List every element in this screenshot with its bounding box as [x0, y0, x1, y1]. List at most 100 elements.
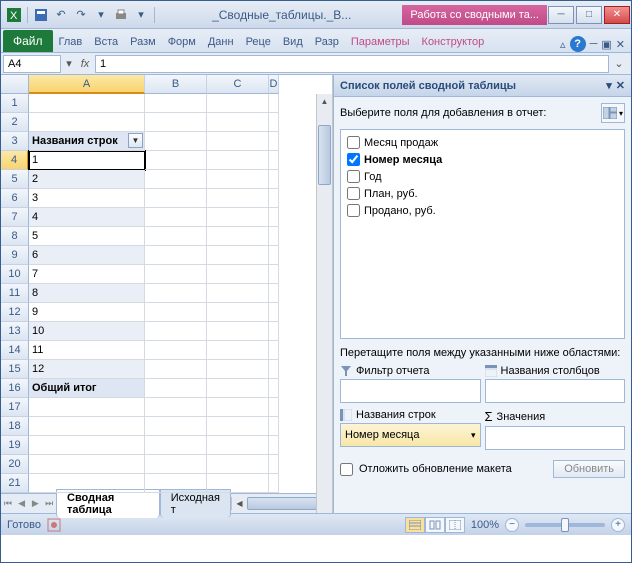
- cell[interactable]: [145, 227, 207, 246]
- workbook-close-icon[interactable]: ✕: [616, 38, 625, 51]
- cell[interactable]: [145, 455, 207, 474]
- cell[interactable]: Названия строк▼: [29, 132, 145, 151]
- cell[interactable]: [29, 417, 145, 436]
- field-item[interactable]: Продано, руб.: [345, 202, 620, 219]
- cell[interactable]: [269, 208, 279, 227]
- help-icon[interactable]: ?: [570, 36, 586, 52]
- excel-icon[interactable]: X: [5, 6, 23, 24]
- column-header-d[interactable]: D: [269, 75, 279, 94]
- cell[interactable]: 12: [29, 360, 145, 379]
- tab-data[interactable]: Данн: [202, 32, 240, 52]
- zone-item-dropdown-icon[interactable]: ▾: [471, 430, 476, 441]
- cell[interactable]: [207, 322, 269, 341]
- pane-menu-icon[interactable]: ▾: [606, 79, 612, 92]
- cell[interactable]: Общий итог: [29, 379, 145, 398]
- cell[interactable]: [207, 341, 269, 360]
- cell[interactable]: [29, 113, 145, 132]
- cell[interactable]: [269, 170, 279, 189]
- undo-icon[interactable]: ↶: [52, 6, 70, 24]
- cell[interactable]: [207, 265, 269, 284]
- cell[interactable]: 2: [29, 170, 145, 189]
- cell[interactable]: [145, 322, 207, 341]
- cell[interactable]: [145, 151, 207, 170]
- cell[interactable]: [269, 284, 279, 303]
- zone-rows-box[interactable]: Номер месяца ▾: [340, 423, 481, 447]
- cell[interactable]: [207, 132, 269, 151]
- cell[interactable]: [207, 436, 269, 455]
- zone-rows-item[interactable]: Номер месяца: [345, 429, 419, 441]
- workbook-restore-icon[interactable]: ▣: [601, 38, 611, 51]
- cell[interactable]: [207, 455, 269, 474]
- row-header[interactable]: 7: [1, 208, 29, 227]
- column-header-c[interactable]: C: [207, 75, 269, 94]
- field-item[interactable]: Месяц продаж: [345, 134, 620, 151]
- pane-close-icon[interactable]: ✕: [616, 79, 625, 92]
- cell[interactable]: [145, 132, 207, 151]
- cell[interactable]: [145, 474, 207, 493]
- cell[interactable]: [145, 189, 207, 208]
- row-header[interactable]: 14: [1, 341, 29, 360]
- vertical-scrollbar[interactable]: ▲: [316, 94, 332, 513]
- field-item[interactable]: План, руб.: [345, 185, 620, 202]
- maximize-button[interactable]: □: [576, 6, 602, 24]
- cell[interactable]: [269, 132, 279, 151]
- cell[interactable]: [269, 151, 279, 170]
- row-header[interactable]: 1: [1, 94, 29, 113]
- row-header[interactable]: 15: [1, 360, 29, 379]
- update-button[interactable]: Обновить: [553, 460, 625, 478]
- zone-values-box[interactable]: [485, 426, 626, 450]
- formula-input[interactable]: 1: [95, 55, 609, 73]
- field-item[interactable]: Номер месяца: [345, 151, 620, 168]
- fx-icon[interactable]: fx: [75, 58, 95, 70]
- tab-home[interactable]: Глав: [53, 32, 89, 52]
- cell[interactable]: 6: [29, 246, 145, 265]
- column-header-a[interactable]: A: [29, 75, 145, 94]
- row-header[interactable]: 9: [1, 246, 29, 265]
- cell[interactable]: [269, 379, 279, 398]
- row-header[interactable]: 11: [1, 284, 29, 303]
- zone-filter-box[interactable]: [340, 379, 481, 403]
- cell[interactable]: 3: [29, 189, 145, 208]
- cell[interactable]: [145, 170, 207, 189]
- zoom-slider[interactable]: [525, 523, 605, 527]
- cell[interactable]: [207, 170, 269, 189]
- scroll-up-icon[interactable]: ▲: [317, 94, 332, 109]
- ribbon-minimize-icon[interactable]: ▵: [560, 38, 566, 51]
- tab-pivot-design[interactable]: Конструктор: [416, 32, 491, 52]
- cell[interactable]: [207, 398, 269, 417]
- cell[interactable]: [207, 113, 269, 132]
- redo-icon[interactable]: ↷: [72, 6, 90, 24]
- select-all-button[interactable]: [1, 75, 29, 94]
- minimize-button[interactable]: ─: [548, 6, 574, 24]
- cell[interactable]: 9: [29, 303, 145, 322]
- qat-dropdown-icon[interactable]: ▾: [92, 6, 110, 24]
- cell[interactable]: [269, 265, 279, 284]
- row-header[interactable]: 12: [1, 303, 29, 322]
- cell[interactable]: [29, 474, 145, 493]
- cell[interactable]: [269, 303, 279, 322]
- view-page-layout-button[interactable]: [425, 517, 445, 533]
- row-header[interactable]: 6: [1, 189, 29, 208]
- column-header-b[interactable]: B: [145, 75, 207, 94]
- view-page-break-button[interactable]: [445, 517, 465, 533]
- cell[interactable]: [207, 246, 269, 265]
- filter-dropdown-icon[interactable]: ▼: [128, 133, 143, 148]
- field-checkbox[interactable]: [347, 170, 360, 183]
- cell[interactable]: [269, 189, 279, 208]
- horizontal-scroll-thumb[interactable]: [247, 497, 317, 510]
- cell[interactable]: [207, 189, 269, 208]
- cell[interactable]: [207, 474, 269, 493]
- cell[interactable]: [207, 227, 269, 246]
- cell[interactable]: [207, 151, 269, 170]
- sheet-nav-prev-icon[interactable]: ◀: [15, 498, 29, 509]
- formula-expand-icon[interactable]: ⌄: [611, 57, 627, 70]
- zoom-out-button[interactable]: −: [505, 518, 519, 532]
- field-checkbox[interactable]: [347, 153, 360, 166]
- cell[interactable]: [269, 322, 279, 341]
- row-header[interactable]: 3: [1, 132, 29, 151]
- cell[interactable]: [145, 265, 207, 284]
- cell[interactable]: 11: [29, 341, 145, 360]
- name-box-dropdown-icon[interactable]: ▾: [63, 57, 75, 70]
- cell[interactable]: [207, 284, 269, 303]
- tab-developer[interactable]: Разр: [309, 32, 345, 52]
